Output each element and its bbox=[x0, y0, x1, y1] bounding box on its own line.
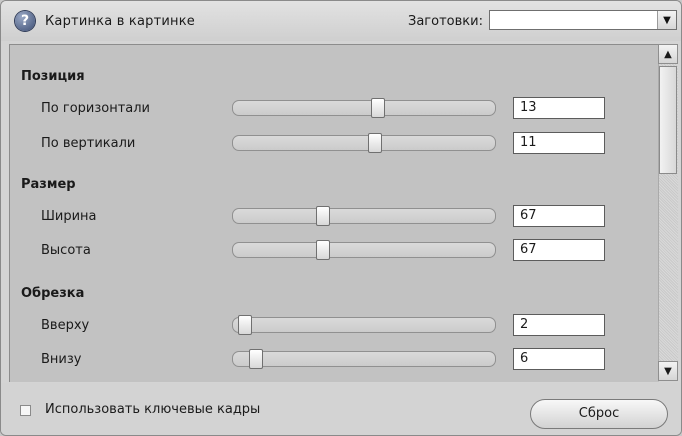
horizontal-slider[interactable] bbox=[232, 98, 496, 118]
slider-thumb[interactable] bbox=[316, 206, 330, 226]
scroll-up-icon[interactable]: ▲ bbox=[658, 44, 678, 64]
width-slider[interactable] bbox=[232, 206, 496, 226]
row-label-width: Ширина bbox=[41, 209, 97, 224]
vertical-scrollbar[interactable]: ▲ ▼ bbox=[658, 44, 678, 381]
section-title-crop: Обрезка bbox=[21, 286, 85, 301]
panel-header: ? Картинка в картинке Заготовки: ▼ bbox=[1, 1, 681, 41]
row-label-top: Вверху bbox=[41, 318, 90, 333]
help-icon[interactable]: ? bbox=[15, 11, 35, 31]
section-title-position: Позиция bbox=[21, 69, 85, 84]
slider-thumb[interactable] bbox=[249, 349, 263, 369]
panel-title: Картинка в картинке bbox=[45, 14, 195, 29]
use-keyframes-checkbox[interactable] bbox=[20, 405, 31, 416]
row-label-height: Высота bbox=[41, 243, 91, 258]
slider-thumb[interactable] bbox=[371, 98, 385, 118]
row-label-vertical: По вертикали bbox=[41, 136, 136, 151]
section-title-size: Размер bbox=[21, 177, 76, 192]
slider-thumb[interactable] bbox=[368, 133, 382, 153]
reset-button[interactable]: Сброс bbox=[530, 399, 668, 429]
crop-bottom-value-field[interactable]: 6 bbox=[513, 348, 605, 370]
presets-label: Заготовки: bbox=[408, 14, 483, 29]
presets-dropdown[interactable]: ▼ bbox=[489, 10, 677, 30]
panel-footer: Использовать ключевые кадры Сброс bbox=[1, 383, 681, 435]
height-slider[interactable] bbox=[232, 240, 496, 260]
chevron-down-icon[interactable]: ▼ bbox=[657, 11, 676, 29]
crop-top-slider[interactable] bbox=[232, 315, 496, 335]
vertical-slider[interactable] bbox=[232, 133, 496, 153]
scrollbar-thumb[interactable] bbox=[659, 66, 677, 174]
picture-in-picture-panel: ? Картинка в картинке Заготовки: ▼ Позиц… bbox=[0, 0, 682, 436]
row-label-bottom: Внизу bbox=[41, 352, 82, 367]
crop-bottom-slider[interactable] bbox=[232, 349, 496, 369]
use-keyframes-label[interactable]: Использовать ключевые кадры bbox=[45, 402, 260, 417]
slider-thumb[interactable] bbox=[316, 240, 330, 260]
crop-top-value-field[interactable]: 2 bbox=[513, 314, 605, 336]
vertical-value-field[interactable]: 11 bbox=[513, 132, 605, 154]
settings-scroll-area: Позиция По горизонтали 13 По вертикали 1… bbox=[9, 44, 659, 382]
row-label-horizontal: По горизонтали bbox=[41, 101, 151, 116]
width-value-field[interactable]: 67 bbox=[513, 205, 605, 227]
scroll-down-icon[interactable]: ▼ bbox=[658, 361, 678, 381]
height-value-field[interactable]: 67 bbox=[513, 239, 605, 261]
slider-thumb[interactable] bbox=[238, 315, 252, 335]
horizontal-value-field[interactable]: 13 bbox=[513, 97, 605, 119]
